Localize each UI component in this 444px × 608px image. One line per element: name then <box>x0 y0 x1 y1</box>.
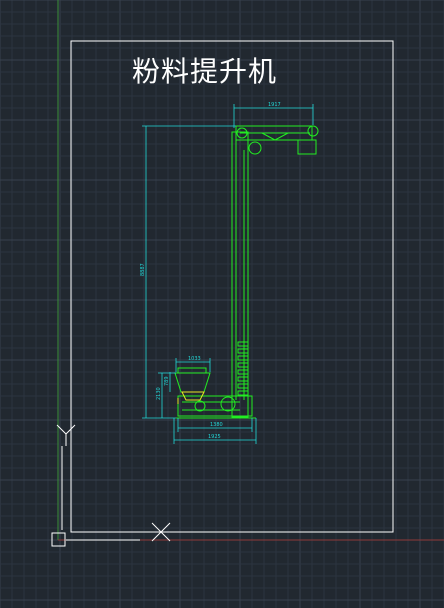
dim-base-height: 2130 <box>156 387 162 400</box>
grid <box>0 0 444 608</box>
dim-overall-width: 1925 <box>208 434 221 440</box>
cad-model-space[interactable]: 1917 8887 1033 789 2130 1380 1925 <box>0 0 444 608</box>
dimension-texts: 1917 8887 1033 789 2130 1380 1925 <box>140 102 281 440</box>
ucs-icon[interactable] <box>51 446 171 547</box>
discharge-chute <box>297 139 317 155</box>
dim-hopper-height: 789 <box>164 376 170 386</box>
elevator-drawing[interactable] <box>174 125 319 419</box>
base-frame <box>177 395 253 417</box>
head-diag-2 <box>274 132 289 141</box>
dim-top-width: 1917 <box>268 102 281 108</box>
dim-hopper-width: 1033 <box>188 356 201 362</box>
drawing-title: 粉料提升机 <box>132 55 278 88</box>
dim-height-total: 8887 <box>140 263 146 276</box>
head-pulley-right <box>307 125 319 137</box>
dim-base-width: 1380 <box>210 422 223 428</box>
